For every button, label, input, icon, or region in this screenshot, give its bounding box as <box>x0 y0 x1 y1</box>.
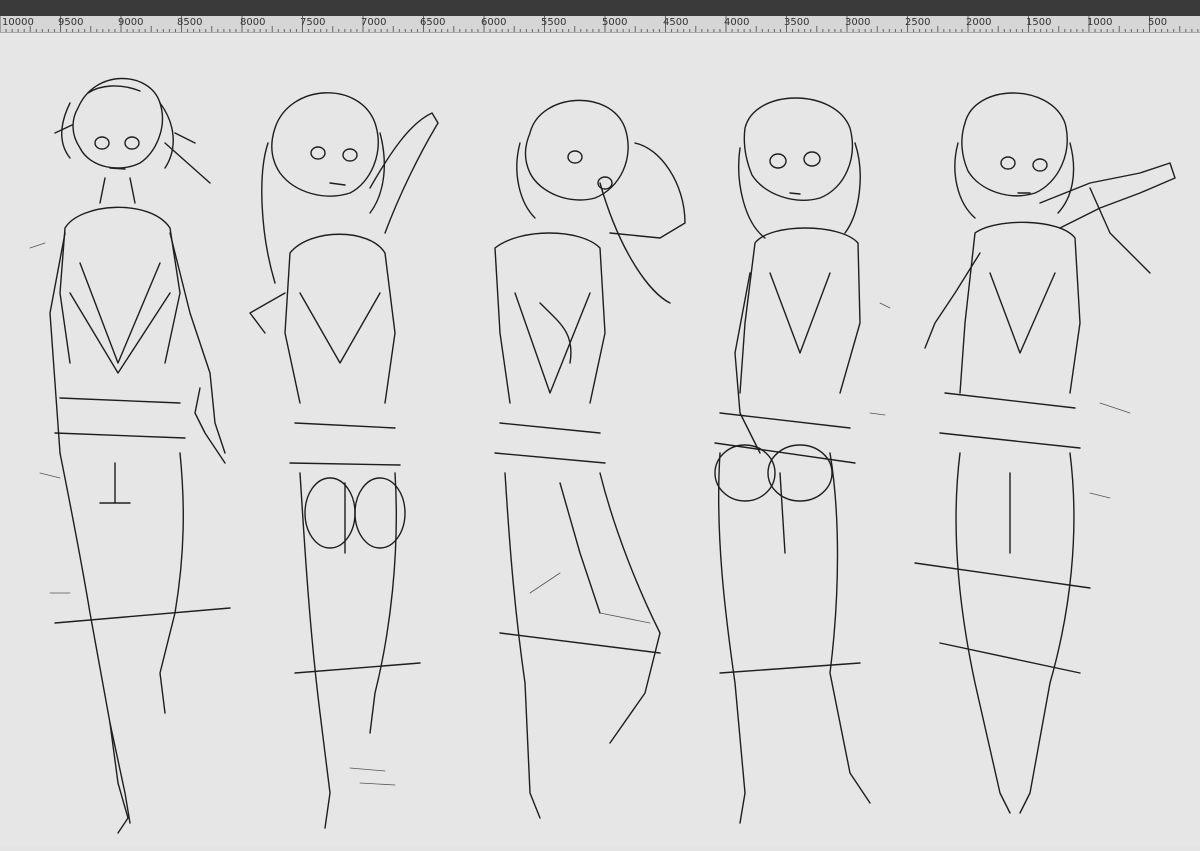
ruler-label: 7000 <box>361 17 387 28</box>
figure-1-sketch <box>29 77 231 834</box>
sketch-layer <box>29 77 1176 834</box>
ruler-label: 5500 <box>541 17 567 28</box>
ruler-label: 2000 <box>966 17 992 28</box>
ruler-label: 10000 <box>2 17 34 28</box>
figure-5-sketch <box>914 92 1176 814</box>
ruler-label: 7500 <box>300 17 326 28</box>
app-top-bar <box>0 0 1200 16</box>
ruler-label: 1500 <box>1026 17 1052 28</box>
ruler-label: 2500 <box>905 17 931 28</box>
horizontal-ruler[interactable]: 10000 9500 9000 8500 8000 7500 7000 6500… <box>0 16 1200 33</box>
figure-2-sketch <box>249 92 439 829</box>
drawing-canvas[interactable] <box>0 33 1200 847</box>
ruler-label: 4500 <box>663 17 689 28</box>
ruler-label: 3000 <box>845 17 871 28</box>
ruler-label: 6500 <box>420 17 446 28</box>
ruler-label: 5000 <box>602 17 628 28</box>
ruler-label: 3500 <box>784 17 810 28</box>
figure-3-sketch <box>494 99 686 819</box>
ruler-label: 1000 <box>1087 17 1113 28</box>
ruler-label: 6000 <box>481 17 507 28</box>
figure-4-sketch <box>714 97 891 824</box>
ruler-label: 4000 <box>724 17 750 28</box>
ruler-label: 9000 <box>118 17 144 28</box>
ruler-label: 9500 <box>58 17 84 28</box>
ruler-label: 500 <box>1148 17 1168 28</box>
ruler-label: 8500 <box>177 17 203 28</box>
ruler-label: 8000 <box>240 17 266 28</box>
